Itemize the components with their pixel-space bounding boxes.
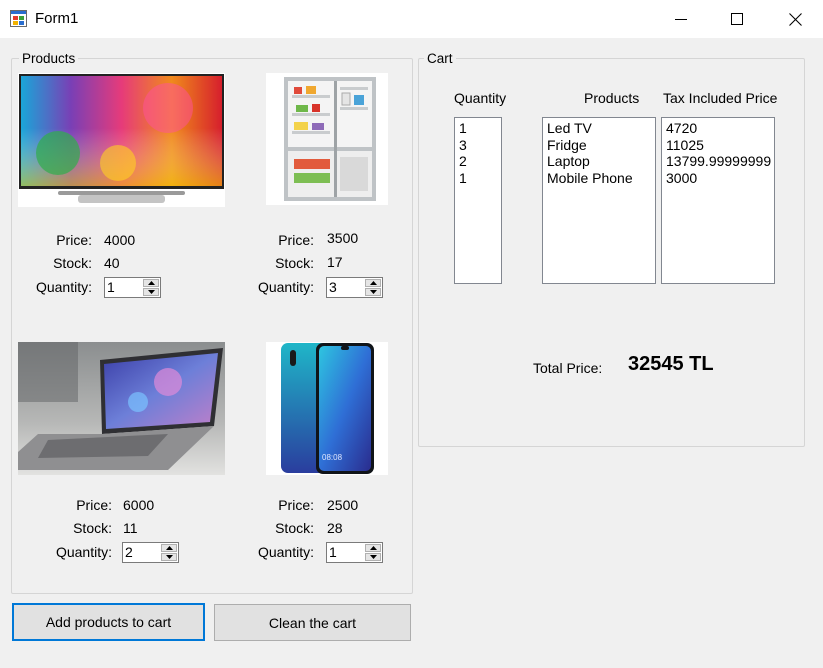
- tv-stock-value: 40: [104, 255, 120, 271]
- fridge-price-label: Price:: [278, 232, 314, 248]
- cart-products-listbox[interactable]: Led TV Fridge Laptop Mobile Phone: [542, 117, 656, 284]
- phone-quantity-down-button[interactable]: [365, 553, 381, 561]
- down-arrow-icon: [165, 555, 173, 559]
- phone-quantity-label: Quantity:: [257, 544, 314, 560]
- laptop-price-value: 6000: [123, 497, 155, 513]
- phone-stock-value: 28: [327, 520, 343, 536]
- fridge-quantity-stepper[interactable]: 3: [326, 277, 383, 298]
- fridge-image: [266, 73, 388, 205]
- laptop-stock-label: Stock:: [73, 520, 112, 536]
- laptop-quantity-stepper[interactable]: 2: [122, 542, 179, 563]
- laptop-quantity-up-button[interactable]: [161, 544, 177, 552]
- up-arrow-icon: [369, 546, 377, 550]
- list-item[interactable]: Mobile Phone: [547, 170, 651, 187]
- fridge-stock-value: 17: [327, 254, 343, 270]
- laptop-quantity-spin: [161, 544, 177, 561]
- list-item[interactable]: Led TV: [547, 120, 651, 137]
- tv-image: [18, 73, 225, 207]
- fridge-quantity-value: 3: [329, 279, 337, 295]
- fridge-quantity-label: Quantity:: [257, 279, 314, 295]
- down-arrow-icon: [369, 555, 377, 559]
- up-arrow-icon: [147, 281, 155, 285]
- products-group-label: Products: [19, 51, 79, 67]
- close-button[interactable]: [766, 0, 823, 38]
- tv-quantity-down-button[interactable]: [143, 288, 159, 296]
- list-item[interactable]: Fridge: [547, 137, 651, 154]
- fridge-quantity-spin: [365, 279, 381, 296]
- cart-price-listbox[interactable]: 4720 11025 13799.99999999 3000: [661, 117, 775, 284]
- up-arrow-icon: [165, 546, 173, 550]
- phone-stock-label: Stock:: [275, 520, 314, 536]
- total-price-label: Total Price:: [533, 360, 603, 376]
- title-bar: Form1: [0, 0, 823, 38]
- phone-image: 08:08: [266, 342, 388, 475]
- app-icon: [10, 10, 27, 27]
- svg-text:08:08: 08:08: [322, 453, 343, 462]
- window-title: Form1: [35, 10, 79, 27]
- fridge-price-value: 3500: [327, 230, 359, 246]
- laptop-quantity-label: Quantity:: [55, 544, 112, 560]
- list-item[interactable]: 3: [459, 137, 497, 154]
- add-to-cart-button[interactable]: Add products to cart: [12, 603, 205, 641]
- cart-products-header: Products: [584, 90, 640, 106]
- minimize-icon: [675, 19, 687, 20]
- maximize-button[interactable]: [708, 0, 766, 38]
- list-item[interactable]: 4720: [666, 120, 770, 137]
- phone-price-label: Price:: [278, 497, 314, 513]
- tv-price-label: Price:: [56, 232, 92, 248]
- fridge-quantity-up-button[interactable]: [365, 279, 381, 287]
- clean-cart-button[interactable]: Clean the cart: [214, 604, 411, 641]
- up-arrow-icon: [369, 281, 377, 285]
- phone-quantity-value: 1: [329, 544, 337, 560]
- cart-quantity-listbox[interactable]: 1 3 2 1: [454, 117, 502, 284]
- phone-quantity-spin: [365, 544, 381, 561]
- maximize-icon: [731, 13, 743, 25]
- list-item[interactable]: 13799.99999999: [666, 153, 771, 170]
- list-item[interactable]: 3000: [666, 170, 770, 187]
- list-item[interactable]: 11025: [666, 137, 770, 154]
- laptop-quantity-down-button[interactable]: [161, 553, 177, 561]
- tv-quantity-label: Quantity:: [35, 279, 92, 295]
- laptop-price-label: Price:: [76, 497, 112, 513]
- cart-quantity-header: Quantity: [454, 90, 507, 106]
- tv-stock-label: Stock:: [53, 255, 92, 271]
- cart-price-header: Tax Included Price: [663, 90, 778, 106]
- total-price-value: 32545 TL: [628, 353, 714, 375]
- list-item[interactable]: Laptop: [547, 153, 651, 170]
- tv-quantity-stepper[interactable]: 1: [104, 277, 161, 298]
- list-item[interactable]: 1: [459, 120, 497, 137]
- tv-quantity-up-button[interactable]: [143, 279, 159, 287]
- phone-price-value: 2500: [327, 497, 359, 513]
- phone-quantity-stepper[interactable]: 1: [326, 542, 383, 563]
- list-item[interactable]: 1: [459, 170, 497, 187]
- minimize-button[interactable]: [652, 0, 710, 38]
- cart-group-label: Cart: [424, 51, 456, 67]
- phone-quantity-up-button[interactable]: [365, 544, 381, 552]
- tv-price-value: 4000: [104, 232, 136, 248]
- fridge-stock-label: Stock:: [275, 255, 314, 271]
- fridge-quantity-down-button[interactable]: [365, 288, 381, 296]
- laptop-stock-value: 11: [123, 520, 138, 536]
- list-item[interactable]: 2: [459, 153, 497, 170]
- laptop-quantity-value: 2: [125, 544, 133, 560]
- tv-quantity-spin: [143, 279, 159, 296]
- down-arrow-icon: [369, 290, 377, 294]
- laptop-image: [18, 342, 225, 475]
- tv-quantity-value: 1: [107, 279, 115, 295]
- down-arrow-icon: [147, 290, 155, 294]
- close-icon: [788, 12, 802, 26]
